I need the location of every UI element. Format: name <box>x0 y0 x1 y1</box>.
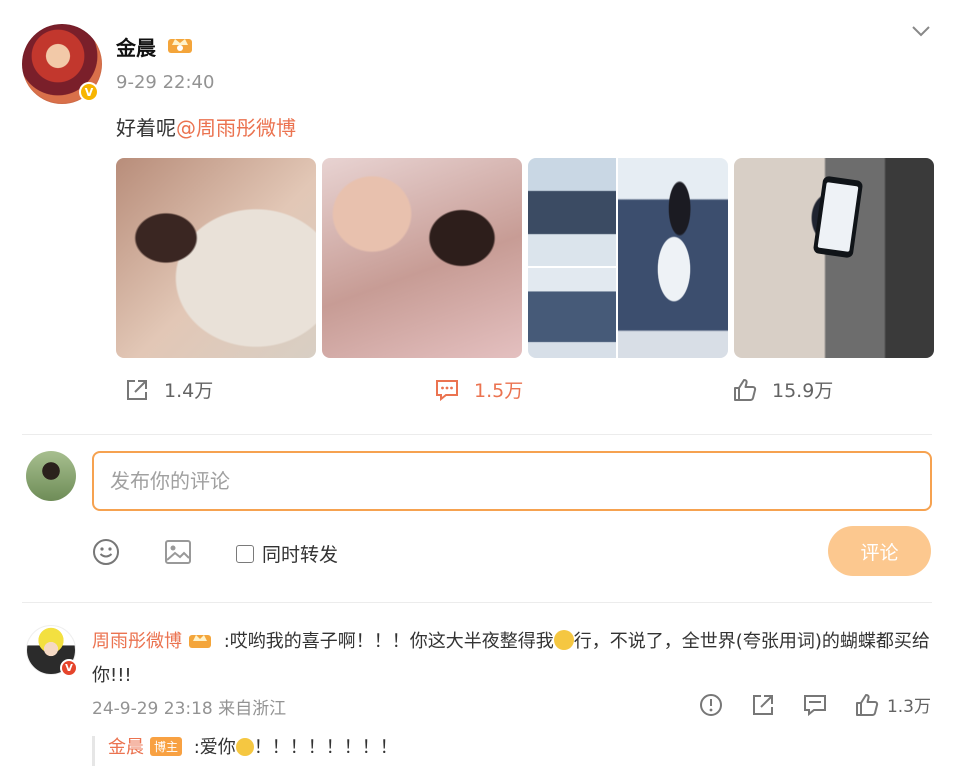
like-button[interactable]: 15.9万 <box>732 376 833 403</box>
mention-link[interactable]: @周雨彤微博 <box>176 116 296 140</box>
vip-crown-icon <box>168 39 192 53</box>
comment-icon <box>436 379 458 401</box>
thumbs-up-icon <box>855 693 879 716</box>
repost-icon[interactable] <box>751 693 775 717</box>
chevron-down-icon[interactable] <box>910 22 932 40</box>
reply-text-part1: :爱你 <box>188 737 236 758</box>
photo-3-tile <box>528 268 616 358</box>
commenter-name[interactable]: 周雨彤微博 <box>92 631 182 652</box>
author-badge: 博主 <box>150 737 183 756</box>
report-icon[interactable] <box>699 693 723 717</box>
comment-actions: 1.3万 <box>699 692 931 717</box>
post-text: 好着呢@周雨彤微博 <box>116 112 296 141</box>
submit-comment-button[interactable]: 评论 <box>828 526 931 576</box>
kiss-emoji-icon <box>235 738 254 756</box>
comment-time: 24-9-29 23:18 来自浙江 <box>92 699 287 719</box>
commenter-verified-label: V <box>65 662 73 674</box>
repost-icon <box>127 379 147 400</box>
comment-input[interactable] <box>92 451 932 511</box>
author-name[interactable]: 金晨 <box>116 32 156 61</box>
thumbs-up-icon <box>734 378 757 401</box>
phone-illustration <box>812 175 864 259</box>
emoji-icon[interactable] <box>92 538 120 566</box>
comment-button[interactable]: 1.5万 <box>434 376 523 403</box>
verified-badge-label: V <box>84 85 94 99</box>
repost-count: 1.4万 <box>164 380 214 402</box>
photo-3-tile <box>528 158 616 266</box>
post-photo-3[interactable] <box>528 158 728 358</box>
comment-text-part1: :哎哟我的喜子啊！！！你这大半夜整得我 <box>218 631 554 652</box>
post-photo-1[interactable] <box>116 158 316 358</box>
repost-button[interactable]: 1.4万 <box>124 376 213 403</box>
comment-like-button[interactable]: 1.3万 <box>855 692 931 717</box>
comment-like-count: 1.3万 <box>886 697 931 717</box>
current-user-avatar <box>26 451 76 501</box>
post-time[interactable]: 9-29 22:40 <box>116 72 214 93</box>
comment-count: 1.5万 <box>474 380 524 402</box>
repost-checkbox-label: 同时转发 <box>262 544 339 566</box>
comment-body: 周雨彤微博 :哎哟我的喜子啊！！！你这大半夜整得我 行，不说了，全世界(夸张用词)… <box>92 625 937 693</box>
divider <box>22 602 932 603</box>
post-photo-2[interactable] <box>322 158 522 358</box>
divider <box>22 434 932 435</box>
verified-badge-icon: V <box>79 82 99 102</box>
repost-checkbox[interactable] <box>236 544 254 563</box>
image-upload-icon[interactable] <box>164 538 192 566</box>
repost-checkbox-group[interactable]: 同时转发 <box>236 540 338 567</box>
vip-crown-icon <box>189 635 211 648</box>
post-text-body: 好着呢 <box>116 116 176 140</box>
reply-text-part2: ！！！！！！！！ <box>253 737 398 758</box>
reply-indent-bar <box>92 736 95 766</box>
like-count: 15.9万 <box>772 380 834 402</box>
commenter-verified-icon: V <box>60 659 78 677</box>
reply-body: 金晨 博主 :爱你 ！！！！！！！！ <box>108 733 398 759</box>
photo-3-tile <box>618 158 728 358</box>
post-photo-4[interactable] <box>734 158 934 358</box>
pleading-emoji-icon <box>553 630 574 650</box>
reply-user-name[interactable]: 金晨 <box>108 737 144 758</box>
reply-icon[interactable] <box>803 693 827 717</box>
